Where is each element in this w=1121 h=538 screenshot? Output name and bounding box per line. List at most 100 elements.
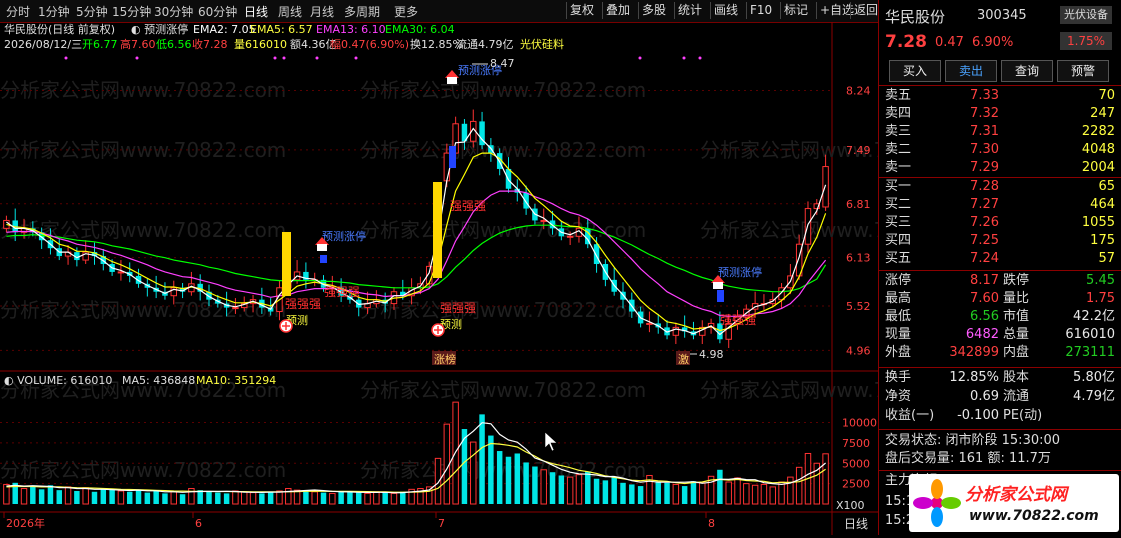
marker-dot bbox=[135, 56, 139, 60]
period-4[interactable]: 30分钟 bbox=[154, 3, 193, 20]
period-5[interactable]: 60分钟 bbox=[198, 3, 237, 20]
toolbar-btn-1[interactable]: 叠加 bbox=[602, 2, 633, 19]
volume-bar bbox=[434, 457, 442, 505]
volume-bar bbox=[320, 492, 327, 504]
volume-bar bbox=[267, 491, 274, 504]
row-price: 7.33 bbox=[970, 88, 999, 103]
alert-button[interactable]: 预警 bbox=[1057, 60, 1109, 82]
house-icon bbox=[713, 282, 723, 289]
low-mark: 4.98 bbox=[699, 348, 724, 361]
row-label: 卖二 bbox=[885, 142, 912, 157]
sell-button[interactable]: 卖出 bbox=[945, 60, 997, 82]
volume-tick-0: 10000 bbox=[842, 417, 877, 430]
toolbar-btn-0[interactable]: 复权 bbox=[566, 2, 597, 19]
period-8[interactable]: 月线 bbox=[310, 3, 334, 20]
bid-row-2[interactable]: 买三 7.26 1055 bbox=[879, 214, 1121, 232]
volume-bar bbox=[725, 481, 732, 505]
stat-value-1: 8.17 bbox=[970, 273, 999, 288]
period-9[interactable]: 多周期 bbox=[344, 3, 380, 20]
chart-info-4: 收7.28 bbox=[192, 37, 228, 51]
fin-value-2: 4.79亿 bbox=[1073, 389, 1115, 404]
row-volume: 1055 bbox=[1081, 215, 1115, 230]
volume-bar bbox=[505, 456, 512, 504]
row-price: 7.32 bbox=[970, 106, 999, 121]
volume-tick-1: 7500 bbox=[842, 437, 870, 450]
query-button[interactable]: 查询 bbox=[1001, 60, 1053, 82]
price-change: 0.47 bbox=[935, 35, 964, 50]
kline-chart-svg[interactable]: 分析家公式网www.70822.com 分析家公式网www.70822.com 分析… bbox=[0, 22, 986, 535]
volume-bar bbox=[329, 492, 336, 505]
ask-row-2[interactable]: 卖三 7.31 2282 bbox=[879, 123, 1121, 141]
toolbar-btn-3[interactable]: 统计 bbox=[674, 2, 705, 19]
date-tick-3: 8 bbox=[708, 517, 715, 530]
watermark-logo: 分析家公式网 www.70822.com bbox=[909, 474, 1119, 532]
row-volume: 70 bbox=[1098, 88, 1115, 103]
ask-row-0[interactable]: 卖五 7.33 70 bbox=[879, 87, 1121, 105]
toolbar-btn-8[interactable]: 返回 bbox=[850, 2, 881, 19]
fin-value-1: 0.69 bbox=[970, 389, 999, 404]
sector-button[interactable]: 光伏设备 bbox=[1060, 6, 1112, 24]
toolbar-btn-5[interactable]: F10 bbox=[746, 2, 775, 19]
volume-bar bbox=[162, 493, 168, 504]
stat-value-2: 42.2亿 bbox=[1073, 309, 1115, 324]
chart-info-8: 换12.85% bbox=[410, 37, 463, 51]
bid-row-1[interactable]: 买二 7.27 464 bbox=[879, 196, 1121, 214]
ask-row-4[interactable]: 卖一 7.29 2004 bbox=[879, 159, 1121, 177]
bid-row-0[interactable]: 买一 7.28 65 bbox=[879, 178, 1121, 196]
fin-row-0: 换手 12.85% 股本 5.80亿 bbox=[879, 369, 1121, 387]
row-label: 卖五 bbox=[885, 88, 912, 103]
volume-bar bbox=[197, 490, 203, 504]
period-1[interactable]: 1分钟 bbox=[38, 3, 70, 20]
toolbar-btn-2[interactable]: 多股 bbox=[638, 2, 669, 19]
row-label: 买五 bbox=[885, 251, 912, 266]
signal-bar-0 bbox=[282, 232, 291, 296]
house-icon bbox=[317, 244, 327, 251]
ask-row-3[interactable]: 卖二 7.30 4048 bbox=[879, 141, 1121, 159]
stat-row-0: 涨停 8.17 跌停 5.45 bbox=[879, 272, 1121, 290]
fin-row-1: 净资 0.69 流通 4.79亿 bbox=[879, 388, 1121, 406]
row-label: 卖四 bbox=[885, 106, 912, 121]
volume-bar bbox=[347, 491, 353, 504]
bid-row-4[interactable]: 买五 7.24 57 bbox=[879, 250, 1121, 268]
volume-bar bbox=[549, 472, 556, 504]
period-6[interactable]: 日线 bbox=[244, 3, 268, 20]
candle-body bbox=[822, 166, 829, 208]
toolbar-btn-6[interactable]: 标记 bbox=[780, 2, 811, 19]
row-volume: 247 bbox=[1090, 106, 1115, 121]
ask-row-1[interactable]: 卖四 7.32 247 bbox=[879, 105, 1121, 123]
watermark-6: 分析家公式网www.70822.com bbox=[360, 218, 646, 242]
toolbar-btn-4[interactable]: 画线 bbox=[710, 2, 741, 19]
candle-body bbox=[232, 307, 239, 310]
volume-bar bbox=[390, 492, 398, 505]
volume-bar bbox=[117, 490, 125, 505]
volume-unit: X100 bbox=[836, 499, 865, 512]
after-hours: 盘后交易量: 161 额: 11.7万 bbox=[879, 450, 1121, 468]
period-2[interactable]: 5分钟 bbox=[76, 3, 108, 20]
volume-title: ◐ VOLUME: 616010 bbox=[4, 374, 112, 387]
marker-dot bbox=[638, 56, 642, 60]
volume-bar bbox=[356, 492, 362, 504]
volume-bar bbox=[566, 476, 574, 505]
period-10[interactable]: 更多 bbox=[394, 3, 418, 20]
bid-row-3[interactable]: 买四 7.25 175 bbox=[879, 232, 1121, 250]
period-0[interactable]: 分时 bbox=[6, 3, 30, 20]
volume-bar bbox=[82, 487, 89, 505]
volume-bar bbox=[585, 471, 591, 504]
fin-value-1: 12.85% bbox=[949, 370, 999, 385]
row-label: 买二 bbox=[885, 197, 912, 212]
kline-chart-area[interactable]: 分析家公式网www.70822.com 分析家公式网www.70822.com 分析… bbox=[0, 22, 986, 535]
pinwheel-icon bbox=[913, 479, 961, 527]
marker-dot bbox=[354, 56, 358, 60]
volume-bar bbox=[479, 414, 485, 504]
volume-bar bbox=[655, 482, 661, 504]
period-3[interactable]: 15分钟 bbox=[112, 3, 151, 20]
volume-bar bbox=[276, 490, 283, 505]
period-7[interactable]: 周线 bbox=[278, 3, 302, 20]
volume-bar bbox=[523, 462, 529, 504]
volume-bar bbox=[74, 490, 80, 504]
stat-label-2: 跌停 bbox=[1003, 273, 1030, 288]
stat-label-2: 市值 bbox=[1003, 309, 1030, 324]
volume-bar bbox=[664, 482, 670, 504]
buy-button[interactable]: 买入 bbox=[889, 60, 941, 82]
chart-info-1: 开6.77 bbox=[82, 38, 118, 51]
